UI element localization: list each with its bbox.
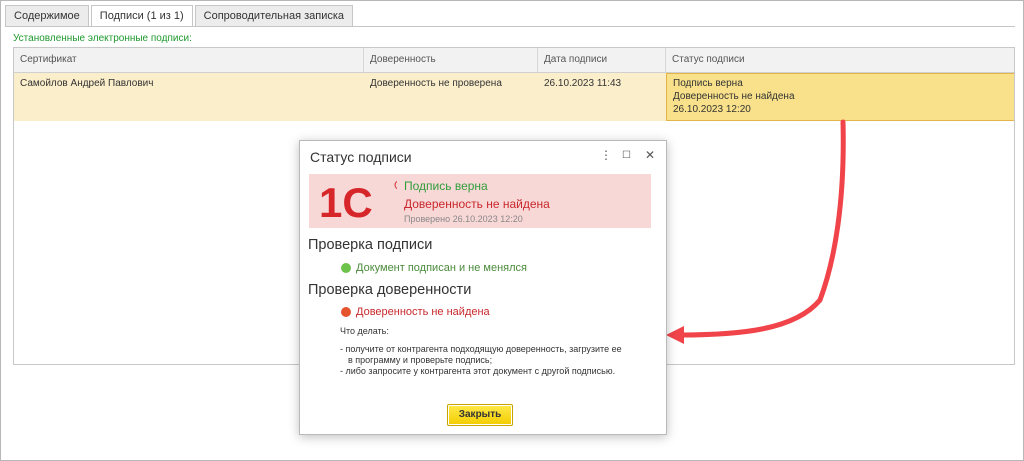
banner-poa-not-found: Доверенность не найдена	[404, 197, 550, 211]
red-dot-icon	[341, 307, 351, 317]
instruction-line-1: - получите от контрагента подходящую дов…	[340, 344, 622, 354]
poa-check-text: Доверенность не найдена	[356, 306, 490, 318]
green-dot-icon	[341, 263, 351, 273]
poa-check-heading: Проверка доверенности	[308, 282, 472, 298]
instruction-line-3: - либо запросите у контрагента этот доку…	[340, 366, 616, 376]
what-to-do-label: Что делать:	[340, 326, 389, 336]
close-button[interactable]: Закрыть	[447, 404, 513, 426]
1c-logo: 1С	[319, 179, 397, 223]
signature-status-dialog: Статус подписи ⋮ ☐ ✕ 1С Подпись верна До…	[299, 140, 667, 435]
svg-text:1С: 1С	[319, 179, 373, 223]
signature-check-text: Документ подписан и не менялся	[356, 262, 527, 274]
instruction-line-2: в программу и проверьте подпись;	[348, 355, 493, 365]
poa-check-status: Доверенность не найдена	[341, 306, 490, 318]
signature-check-heading: Проверка подписи	[308, 237, 433, 253]
signature-check-status: Документ подписан и не менялся	[341, 262, 527, 274]
banner-checked-time: Проверено 26.10.2023 12:20	[404, 214, 523, 224]
more-icon[interactable]: ⋮	[600, 148, 612, 162]
banner-signature-ok: Подпись верна	[404, 179, 488, 193]
close-icon[interactable]: ✕	[645, 148, 655, 162]
status-banner: 1С Подпись верна Доверенность не найдена…	[309, 174, 651, 228]
dialog-title: Статус подписи	[310, 149, 412, 165]
maximize-icon[interactable]: ☐	[622, 150, 631, 161]
